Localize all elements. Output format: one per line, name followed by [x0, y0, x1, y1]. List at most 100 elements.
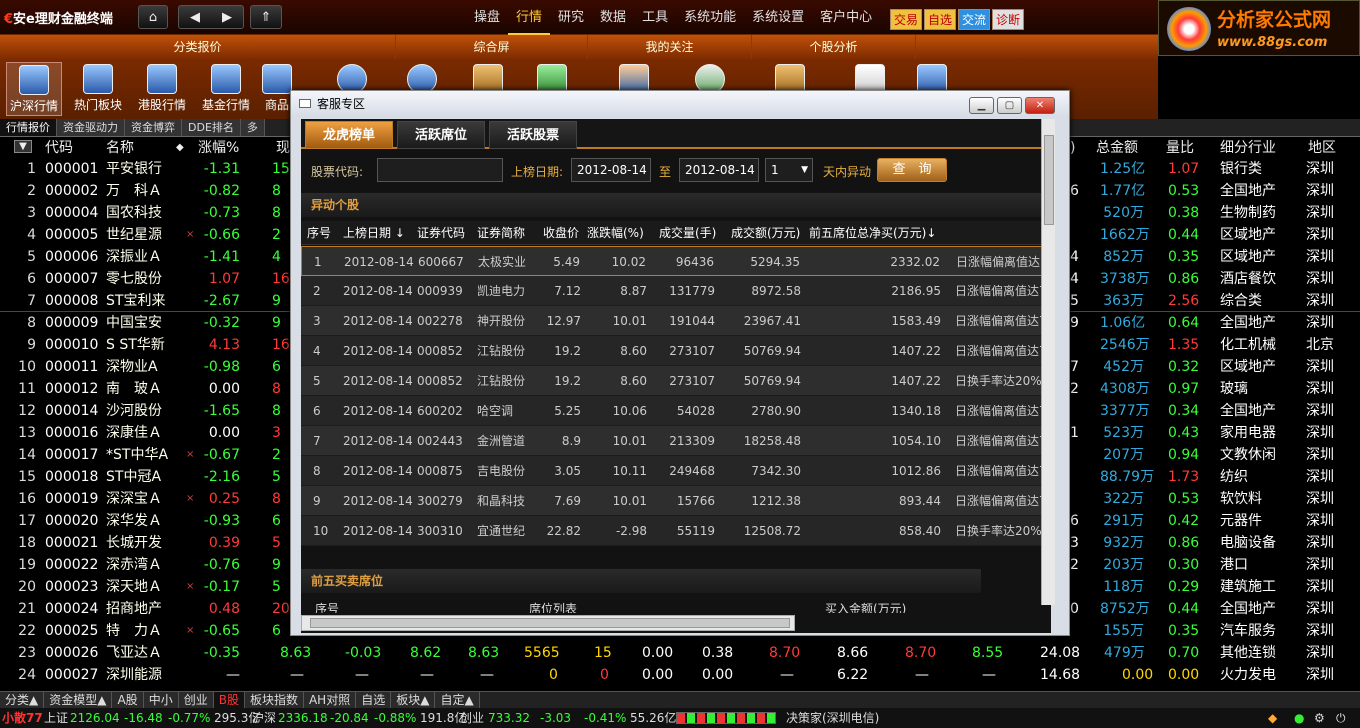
bottom-tabs: 分类▲ 资金模型▲ A股 中小 创业 B股 板块指数 AH对照 自选 板块▲ 自… [0, 691, 1360, 708]
chat-quick-button[interactable]: 交流 [958, 9, 991, 30]
dialog-tabs: 龙虎榜单 活跃席位 活跃股票 [301, 119, 1051, 149]
tab-quotes[interactable]: 行情报价 [0, 119, 57, 136]
chart-icon [262, 64, 292, 94]
query-button[interactable]: 查 询 [877, 158, 947, 182]
scroll-thumb[interactable] [310, 618, 790, 628]
menu-item-customer-center[interactable]: 客户中心 [812, 0, 880, 35]
col-header-industry[interactable]: 细分行业 [1220, 138, 1276, 158]
table-row[interactable]: 10 2012-08-14 300310 宜通世纪 22.82 -2.98 55119 125… [301, 516, 1046, 546]
close-button[interactable]: ✕ [1025, 97, 1055, 114]
stock-code-label: 股票代码: [311, 165, 364, 179]
ribbon-item-fund[interactable]: 基金行情 [198, 62, 254, 116]
online-icon[interactable]: ● [1294, 708, 1304, 728]
table-row[interactable]: 8 2012-08-14 000875 吉电股份 3.05 10.11 249468 7342… [301, 456, 1047, 486]
tab-a-shares[interactable]: A股 [112, 692, 144, 708]
site-logo: 分析家公式网 www.88gs.com [1158, 0, 1360, 56]
menu-item-data[interactable]: 数据 [592, 0, 634, 35]
tab-ah-compare[interactable]: AH对照 [303, 692, 357, 708]
ribbon-section-stock-analysis: 个股分析 [752, 35, 916, 59]
dialog-titlebar[interactable]: 客服专区 ▁ ▢ ✕ [291, 91, 1069, 117]
maximize-button[interactable]: ▢ [997, 97, 1022, 114]
scroll-thumb[interactable] [1044, 135, 1054, 225]
ribbon-item-hk[interactable]: 港股行情 [134, 62, 190, 116]
tab-custom[interactable]: 自定▲ [435, 692, 480, 708]
flag-icon [83, 64, 113, 94]
table-row[interactable]: 1 2012-08-14 600667 太极实业 5.49 10.02 96436 5294.… [301, 246, 1048, 276]
horizontal-scrollbar[interactable] [301, 615, 795, 631]
minimize-button[interactable]: ▁ [969, 97, 994, 114]
col-header-code[interactable]: 代码 [45, 138, 73, 158]
tab-dde-rank[interactable]: DDE排名 [182, 119, 241, 136]
forward-button[interactable]: ▶ [222, 10, 232, 25]
tab-sme[interactable]: 中小 [143, 692, 179, 708]
vertical-scrollbar[interactable] [1041, 119, 1055, 605]
power-icon[interactable]: ⏻ [1336, 708, 1346, 728]
logo-url: www.88gs.com [1217, 35, 1328, 50]
menu-item-trade[interactable]: 操盘 [466, 0, 508, 35]
col-header-region[interactable]: 地区 [1308, 138, 1336, 158]
ribbon-item-hot-sectors[interactable]: 热门板块 [70, 62, 126, 116]
col-header-volume-ratio[interactable]: 量比 [1166, 138, 1194, 158]
menu-item-system-settings[interactable]: 系统设置 [744, 0, 812, 35]
table-row[interactable]: 24 000027 深圳能源 — — — — — 0 0 0.00 0.00 —… [0, 664, 1360, 686]
table-row[interactable]: 23 000026 飞亚达Ａ -0.35 8.63 -0.03 8.62 8.6… [0, 642, 1360, 664]
back-button[interactable]: ◀ [190, 10, 200, 25]
market-breadth-bar [676, 712, 776, 724]
tab-capital-driver[interactable]: 资金驱动力 [57, 119, 125, 136]
ribbon-item-commodity[interactable]: 商品 [262, 62, 292, 116]
tab-active-seats[interactable]: 活跃席位 [397, 121, 485, 149]
watchlist-quick-button[interactable]: 自选 [924, 9, 957, 30]
diagnose-quick-button[interactable]: 诊断 [992, 9, 1025, 30]
tab-active-stocks[interactable]: 活跃股票 [489, 121, 577, 149]
col-header-dot: ◆ [176, 142, 184, 153]
menu-item-quotes[interactable]: 行情 [508, 0, 551, 35]
tab-category[interactable]: 分类▲ [0, 692, 45, 708]
status-bar: 小散77 上证 2126.04 -16.48 -0.77% 295.3亿 沪深 … [0, 708, 1360, 728]
status-user[interactable]: 小散77 [2, 708, 43, 728]
table-row[interactable]: 3 2012-08-14 002278 神开股份 12.97 10.01 191044 239… [301, 306, 1047, 336]
logo-title: 分析家公式网 [1217, 9, 1332, 31]
col-header-amount[interactable]: 总金额 [1096, 138, 1138, 158]
days-suffix-label: 天内异动 [823, 165, 872, 179]
alert-icon[interactable]: ◆ [1268, 708, 1277, 728]
trade-quick-button[interactable]: 交易 [890, 9, 923, 30]
top-bar: €安e理财金融终端 ⌂ ◀ ▶ ⇑ 操盘 行情 研究 数据 工具 系统功能 系统… [0, 0, 1360, 35]
tab-gem[interactable]: 创业 [178, 692, 214, 708]
logo-flower-icon [1167, 7, 1211, 51]
table-row[interactable]: 2 2012-08-14 000939 凯迪电力 7.12 8.87 131779 8972.… [301, 276, 1047, 306]
tab-sector-index[interactable]: 板块指数 [244, 692, 304, 708]
table-row[interactable]: 7 2012-08-14 002443 金洲管道 8.9 10.01 213309 18258… [301, 426, 1047, 456]
days-select[interactable]: 1 ▼ [765, 158, 813, 182]
sort-dropdown[interactable]: ▼ [14, 140, 32, 153]
menu-item-system-functions[interactable]: 系统功能 [676, 0, 744, 35]
ribbon-section-my-focus: 我的关注 [588, 35, 752, 59]
chart-icon [211, 64, 241, 94]
settings-icon[interactable]: ⚙ [1314, 708, 1325, 728]
col-header-price[interactable]: 现 [276, 138, 290, 158]
home-button[interactable]: ⌂ [138, 5, 168, 29]
date-to-input[interactable]: 2012-08-14 [679, 158, 759, 182]
stock-code-input[interactable] [377, 158, 503, 182]
ribbon-item-hushen[interactable]: 沪深行情 [6, 62, 62, 116]
dialog-table-header: 序号 上榜日期 ↓ 证券代码 证券简称 收盘价 涨跌幅(%) 成交量(手) 成交… [301, 221, 1046, 245]
tab-capital-game[interactable]: 资金博弈 [125, 119, 182, 136]
col-header-change-pct[interactable]: 涨幅% [198, 138, 239, 158]
menu-item-tools[interactable]: 工具 [634, 0, 676, 35]
date-from-input[interactable]: 2012-08-14 [571, 158, 651, 182]
table-row[interactable]: 5 2012-08-14 000852 江钻股份 19.2 8.60 273107 50769… [301, 366, 1046, 396]
query-form: 股票代码: 上榜日期: 2012-08-14 至 2012-08-14 1 ▼ … [301, 153, 1051, 187]
tab-more[interactable]: 多 [240, 119, 265, 136]
up-button[interactable]: ⇑ [250, 5, 282, 29]
col-header-name[interactable]: 名称 [106, 138, 134, 158]
tab-watchlist[interactable]: 自选 [356, 692, 392, 708]
tab-dragon-tiger-list[interactable]: 龙虎榜单 [305, 121, 393, 149]
col-header-hidden[interactable]: ) [1070, 138, 1075, 158]
tab-capital-model[interactable]: 资金模型▲ [44, 692, 113, 708]
tab-sector[interactable]: 板块▲ [391, 692, 436, 708]
menu-item-research[interactable]: 研究 [550, 0, 592, 35]
table-row[interactable]: 4 2012-08-14 000852 江钻股份 19.2 8.60 273107 50769… [301, 336, 1047, 366]
tab-b-shares[interactable]: B股 [213, 692, 245, 708]
section-abnormal-stocks: 异动个股 [301, 193, 1046, 217]
table-row[interactable]: 6 2012-08-14 600202 哈空调 5.25 10.06 54028 2780.9… [301, 396, 1047, 426]
table-row[interactable]: 9 2012-08-14 300279 和晶科技 7.69 10.01 15766 1212.… [301, 486, 1047, 516]
